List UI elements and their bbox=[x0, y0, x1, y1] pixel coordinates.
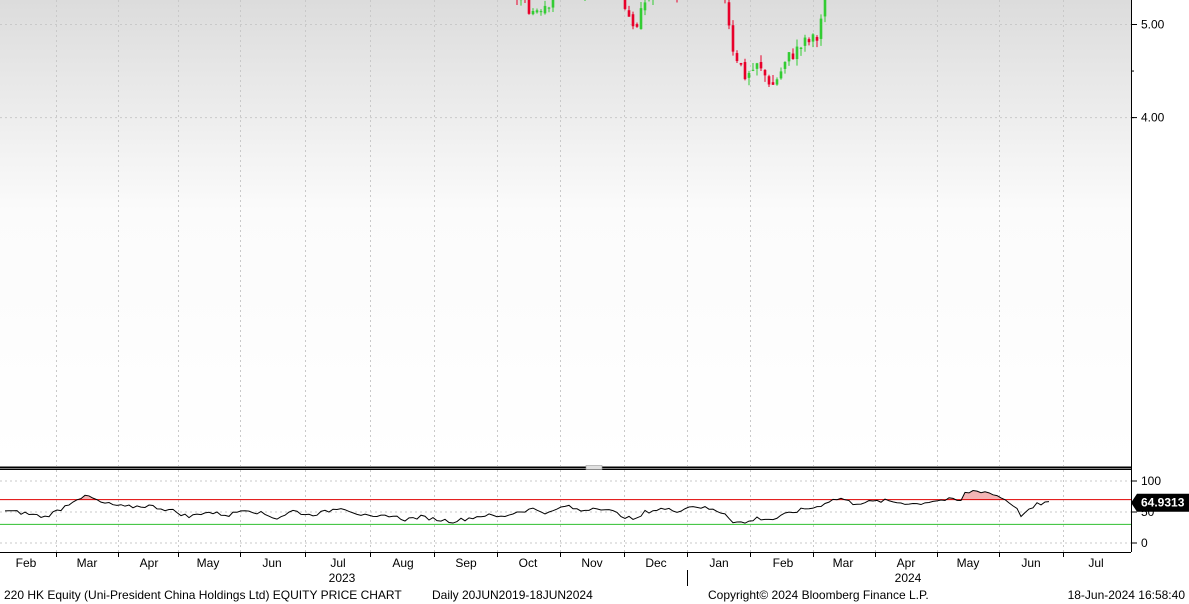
x-month-label: May bbox=[197, 556, 220, 570]
x-month-label: Sep bbox=[455, 556, 477, 570]
price-panel-background bbox=[0, 0, 1131, 466]
candle-body bbox=[819, 18, 823, 39]
x-month-label: Nov bbox=[581, 556, 602, 570]
candle-body bbox=[759, 62, 763, 69]
candle-body bbox=[531, 10, 535, 15]
candle-body bbox=[639, 8, 643, 30]
candle-body bbox=[735, 53, 739, 62]
candle-body bbox=[539, 11, 543, 13]
x-month-label: Jun bbox=[1021, 556, 1040, 570]
x-month-label: Jun bbox=[262, 556, 281, 570]
candle-body bbox=[739, 63, 743, 65]
x-month-label: Mar bbox=[833, 556, 854, 570]
candle-body bbox=[791, 53, 795, 59]
candle-body bbox=[807, 39, 811, 43]
footer-period: Daily 20JUN2019-18JUN2024 bbox=[432, 588, 593, 602]
candle-body bbox=[763, 69, 767, 76]
x-month-label: Jan bbox=[709, 556, 728, 570]
x-month-label: Feb bbox=[773, 556, 794, 570]
candle-body bbox=[727, 2, 731, 26]
candle-body bbox=[775, 79, 779, 85]
candle-body bbox=[755, 63, 759, 69]
candle-body bbox=[747, 72, 751, 78]
candle-body bbox=[643, 2, 647, 11]
y-tick-label: 5.00 bbox=[1141, 18, 1165, 32]
footer-timestamp: 18-Jun-2024 16:58:40 bbox=[1068, 588, 1186, 602]
candle-body bbox=[767, 76, 771, 85]
candle-body bbox=[631, 14, 635, 27]
x-month-label: Aug bbox=[392, 556, 413, 570]
rsi-value-tag: 64.9313 bbox=[1131, 493, 1189, 512]
x-month-label: Apr bbox=[140, 556, 159, 570]
rsi-value-tag-label: 64.9313 bbox=[1141, 496, 1185, 510]
candle-body bbox=[823, 0, 827, 17]
x-month-label: Dec bbox=[645, 556, 666, 570]
candle-body bbox=[543, 5, 547, 14]
candle-body bbox=[535, 10, 539, 13]
x-month-label: May bbox=[957, 556, 980, 570]
x-month-label: Jul bbox=[1088, 556, 1103, 570]
candle-body bbox=[627, 10, 631, 17]
candle-body bbox=[795, 46, 799, 60]
x-month-label: Mar bbox=[77, 556, 98, 570]
footer-copyright: Copyright© 2024 Bloomberg Finance L.P. bbox=[708, 588, 929, 602]
candle-body bbox=[635, 24, 639, 27]
price-chart: 4.005.006.008.000501007.907.307.00+8.22%… bbox=[0, 0, 1189, 602]
x-month-label: Apr bbox=[897, 556, 916, 570]
candle-body bbox=[771, 82, 775, 85]
candle-body bbox=[779, 71, 783, 79]
candle-body bbox=[751, 69, 755, 71]
candle-body bbox=[799, 47, 803, 49]
candle-body bbox=[783, 61, 787, 69]
candle-body bbox=[815, 37, 819, 41]
candle-body bbox=[731, 25, 735, 52]
x-year-label: 2024 bbox=[895, 571, 922, 585]
panel-resize-handle[interactable] bbox=[585, 465, 603, 470]
candle-body bbox=[527, 0, 531, 14]
candle-body bbox=[551, 0, 555, 8]
candle-body bbox=[811, 34, 815, 42]
x-month-label: Feb bbox=[16, 556, 37, 570]
candle-body bbox=[547, 7, 551, 9]
x-month-label: Oct bbox=[519, 556, 538, 570]
x-month-label: Jul bbox=[330, 556, 345, 570]
candle-body bbox=[623, 0, 627, 9]
footer-security: 220 HK Equity (Uni-President China Holdi… bbox=[4, 588, 402, 602]
candle-body bbox=[787, 52, 791, 62]
rsi-y-tick-label: 100 bbox=[1141, 474, 1161, 488]
y-tick-label: 4.00 bbox=[1141, 111, 1165, 125]
rsi-y-tick-label: 0 bbox=[1141, 536, 1148, 550]
candle-body bbox=[743, 62, 747, 80]
x-year-label: 2023 bbox=[329, 571, 356, 585]
candle-body bbox=[803, 37, 807, 46]
rsi-panel-background bbox=[0, 470, 1131, 552]
